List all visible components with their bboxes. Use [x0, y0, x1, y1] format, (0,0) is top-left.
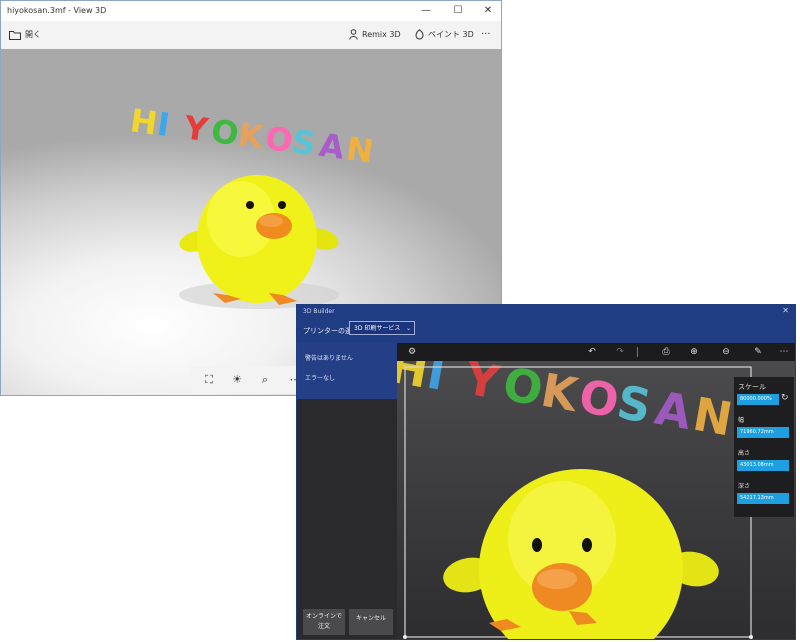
window-title: 3D Builder — [303, 308, 335, 315]
scale-panel: スケール 80000.000% ↻ 幅 71960.72mm 高さ 43013.… — [734, 377, 794, 517]
minimize-button[interactable]: — — [417, 4, 435, 18]
open-label: 開く — [25, 30, 41, 39]
view3d-toolbar: 開く Remix 3D ペイント 3D ··· — [1, 21, 501, 50]
more-icon[interactable]: ⋯ — [777, 345, 791, 359]
builder3d-window: 3D Builder ✕ プリンターの選択 3D 印刷サービス ⌄ 警告はありま… — [296, 304, 796, 640]
view3d-bottom-toolbar: ⛶ ☀ ⌕ ⋯ — [191, 366, 311, 394]
builder3d-left-pane: オンラインで 注文 キャンセル — [297, 399, 397, 639]
depth-input[interactable]: 54217.13mm — [737, 493, 789, 504]
zoom-out-icon[interactable]: ⊖ — [719, 345, 733, 359]
paint3d-label: ペイント 3D — [428, 30, 474, 39]
zoom-icon[interactable]: ⌕ — [257, 372, 273, 388]
maximize-button[interactable]: ☐ — [449, 4, 467, 18]
person-icon — [349, 29, 358, 40]
fit-view-icon[interactable]: ⛶ — [201, 372, 217, 388]
letter-a: A — [651, 381, 696, 440]
view3d-titlebar: hiyokosan.3mf - View 3D — ☐ ✕ — [1, 1, 501, 21]
letter-n: N — [689, 387, 736, 447]
reset-icon[interactable]: ↻ — [781, 393, 789, 403]
letter-y: Y — [460, 361, 504, 410]
letter-k: K — [236, 115, 267, 156]
close-button[interactable]: ✕ — [479, 4, 497, 18]
toolbar-divider — [637, 347, 638, 357]
errors-text: エラーなし — [305, 375, 336, 382]
paint3d-button[interactable]: ペイント 3D — [415, 29, 474, 40]
builder3d-toolbar: ⚙ ↶ ↷ ⎙ ⊕ ⊖ ✎ ⋯ — [397, 343, 795, 361]
letter-y: Y — [181, 108, 211, 149]
width-label: 幅 — [738, 417, 745, 424]
printer-value: 3D 印刷サービス — [354, 325, 401, 332]
order-online-button[interactable]: オンラインで 注文 — [303, 609, 345, 635]
height-input[interactable]: 43013.08mm — [737, 460, 789, 471]
remix3d-button[interactable]: Remix 3D — [349, 29, 401, 40]
redo-icon[interactable]: ↷ — [613, 345, 627, 359]
scale-input[interactable]: 80000.000% — [737, 394, 779, 405]
letter-a: A — [317, 126, 347, 167]
hiyokosan-3d-text: HI YOKOSAN — [385, 339, 736, 447]
folder-icon — [9, 30, 21, 40]
lighting-icon[interactable]: ☀ — [229, 372, 245, 388]
pen-icon[interactable]: ✎ — [751, 345, 765, 359]
close-button[interactable]: ✕ — [782, 306, 789, 315]
width-input[interactable]: 71960.72mm — [737, 427, 789, 438]
hiyokosan-3d-text: HI YOKOSAN — [128, 101, 376, 170]
height-label: 高さ — [738, 450, 751, 457]
open-button[interactable]: 開く — [9, 29, 41, 40]
depth-label: 深さ — [738, 483, 751, 490]
window-title: hiyokosan.3mf - View 3D — [7, 6, 107, 15]
remix3d-label: Remix 3D — [362, 30, 401, 39]
letter-s: S — [290, 122, 318, 163]
chevron-down-icon: ⌄ — [405, 325, 411, 332]
more-button[interactable]: ··· — [481, 29, 491, 40]
paint-drop-icon — [415, 29, 424, 40]
scale-heading: スケール — [738, 383, 766, 391]
zoom-in-icon[interactable]: ⊕ — [687, 345, 701, 359]
status-panel: 警告はありません エラーなし — [297, 343, 397, 399]
undo-icon[interactable]: ↶ — [585, 345, 599, 359]
print-icon[interactable]: ⎙ — [659, 345, 673, 359]
settings-icon[interactable]: ⚙ — [405, 345, 419, 359]
letter-n: N — [344, 129, 376, 170]
chick-model — [179, 175, 339, 309]
chick-model — [443, 469, 719, 639]
warnings-text: 警告はありません — [305, 355, 353, 362]
printer-select[interactable]: 3D 印刷サービス ⌄ — [349, 321, 415, 335]
cancel-button[interactable]: キャンセル — [349, 609, 393, 635]
